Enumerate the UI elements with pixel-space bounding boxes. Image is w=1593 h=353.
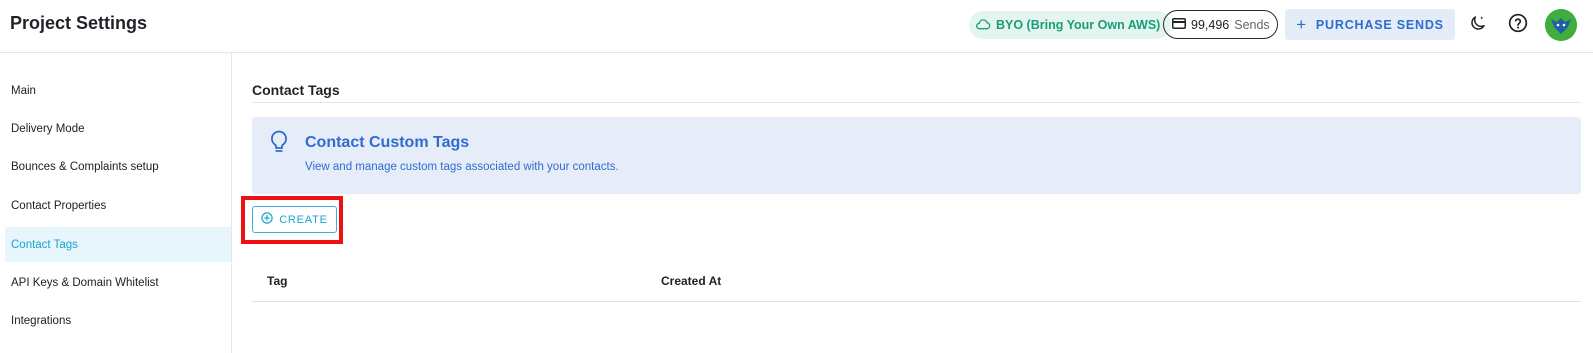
- column-header-created-at[interactable]: Created At: [661, 274, 721, 288]
- main-content: Contact Tags Contact Custom Tags View an…: [232, 53, 1593, 353]
- section-divider: [252, 102, 1581, 103]
- section-title: Contact Tags: [252, 82, 340, 98]
- lightbulb-icon: [268, 129, 290, 160]
- create-tag-button[interactable]: CREATE: [252, 206, 337, 233]
- sidebar-item-main[interactable]: Main: [5, 73, 231, 108]
- sidebar-item-contact-properties[interactable]: Contact Properties: [5, 188, 231, 223]
- add-circle-icon: [261, 212, 273, 227]
- help-button[interactable]: [1506, 13, 1530, 37]
- sidebar-item-contact-tags[interactable]: Contact Tags: [5, 227, 231, 262]
- column-header-tag[interactable]: Tag: [267, 274, 287, 288]
- purchase-sends-label: PURCHASE SENDS: [1315, 17, 1444, 32]
- credit-card-icon: [1172, 17, 1186, 32]
- create-label: CREATE: [279, 213, 328, 226]
- byo-badge[interactable]: BYO (Bring Your Own AWS): [969, 11, 1172, 39]
- page-title: Project Settings: [10, 13, 148, 33]
- info-banner: Contact Custom Tags View and manage cust…: [252, 117, 1581, 194]
- avatar[interactable]: [1545, 9, 1577, 41]
- sidebar-item-api-keys[interactable]: API Keys & Domain Whitelist: [5, 265, 231, 300]
- theme-toggle-button[interactable]: [1466, 13, 1490, 37]
- moon-icon: [1469, 14, 1487, 37]
- plus-icon: +: [1296, 14, 1307, 34]
- sends-balance-pill[interactable]: 99,496 Sends: [1163, 10, 1278, 39]
- banner-title: Contact Custom Tags: [305, 134, 470, 151]
- top-header: Project Settings BYO (Bring Your Own AWS…: [0, 0, 1593, 53]
- help-circle-icon: [1508, 13, 1528, 38]
- settings-sidebar: Main Delivery Mode Bounces & Complaints …: [0, 53, 232, 353]
- sends-count: 99,496: [1191, 17, 1230, 32]
- sidebar-item-bounces-complaints[interactable]: Bounces & Complaints setup: [5, 149, 231, 184]
- cloud-icon: [975, 17, 991, 34]
- tags-table-header: Tag Created At: [252, 258, 1581, 302]
- sidebar-item-integrations[interactable]: Integrations: [5, 303, 231, 338]
- byo-label: BYO (Bring Your Own AWS): [996, 18, 1161, 32]
- sidebar-item-delivery-mode[interactable]: Delivery Mode: [5, 111, 231, 146]
- sends-unit: Sends: [1234, 17, 1270, 32]
- purchase-sends-button[interactable]: + PURCHASE SENDS: [1285, 9, 1455, 40]
- banner-description: View and manage custom tags associated w…: [305, 161, 619, 173]
